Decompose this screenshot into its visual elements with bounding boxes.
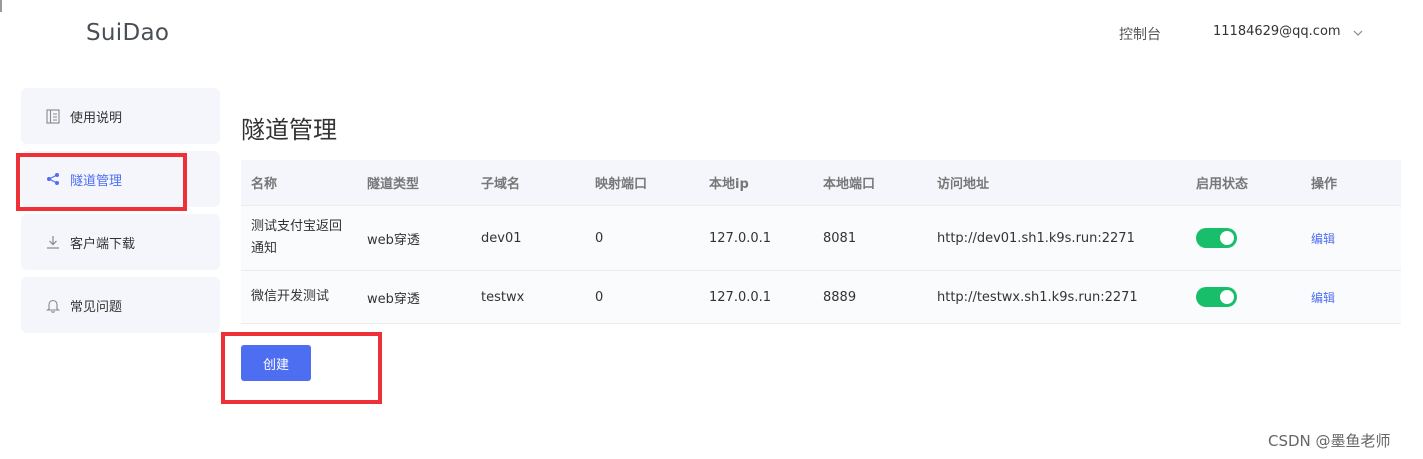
action-cell: 编辑	[1301, 230, 1401, 247]
user-menu[interactable]: 11184629@qq.com	[1213, 24, 1363, 39]
enable-toggle[interactable]	[1196, 287, 1237, 307]
action-cell: 编辑	[1301, 289, 1401, 306]
sidebar-item-label: 客户端下载	[70, 236, 136, 252]
enable-toggle[interactable]	[1196, 228, 1237, 248]
column-header: 本地ip	[709, 177, 749, 192]
sidebar-item-label: 隧道管理	[70, 173, 123, 189]
sidebar-item-label: 常见问题	[70, 299, 123, 315]
enable-toggle-cell	[1186, 287, 1301, 307]
page-title: 隧道管理	[241, 116, 337, 144]
tunnel-table: 名称 隧道类型 子域名 映射端口 本地ip 本地端口 访问地址 启用状态 操作 …	[241, 160, 1401, 324]
download-icon	[45, 234, 61, 250]
tunnel-local-port: 8889	[823, 289, 857, 305]
sidebar-item-download[interactable]: 客户端下载	[21, 214, 220, 270]
user-email: 11184629@qq.com	[1213, 24, 1341, 39]
tunnel-subdomain: dev01	[481, 230, 522, 246]
tunnel-subdomain: testwx	[481, 289, 525, 305]
tunnel-port: 0	[595, 289, 604, 305]
table-header: 名称 隧道类型 子域名 映射端口 本地ip 本地端口 访问地址 启用状态 操作	[241, 160, 1401, 205]
column-header: 访问地址	[937, 177, 990, 192]
tunnel-local-port: 8081	[823, 230, 857, 246]
column-header: 操作	[1311, 177, 1338, 192]
app-logo[interactable]: SuiDao	[86, 20, 169, 46]
watermark: CSDN @墨鱼老师	[1268, 432, 1391, 450]
tunnel-name: 测试支付宝返回通知	[251, 219, 343, 256]
tunnel-type: web穿透	[367, 232, 420, 248]
column-header: 子域名	[481, 177, 521, 192]
column-header: 启用状态	[1196, 177, 1249, 192]
sidebar-item-faq[interactable]: 常见问题	[21, 277, 220, 333]
chevron-down-icon	[1353, 27, 1363, 36]
column-header: 名称	[251, 177, 278, 192]
tunnel-url: http://testwx.sh1.k9s.run:2271	[937, 289, 1138, 305]
tunnel-local-ip: 127.0.0.1	[709, 289, 772, 305]
tunnel-url: http://dev01.sh1.k9s.run:2271	[937, 230, 1135, 246]
tunnel-name: 微信开发测试	[251, 289, 330, 304]
edit-link[interactable]: 编辑	[1311, 232, 1335, 246]
table-row: 微信开发测试 web穿透 testwx 0 127.0.0.1 8889 htt…	[241, 271, 1401, 324]
edit-link[interactable]: 编辑	[1311, 291, 1335, 305]
tunnel-type: web穿透	[367, 291, 420, 307]
column-header: 隧道类型	[367, 177, 420, 192]
tunnel-port: 0	[595, 230, 604, 246]
window-edge	[0, 0, 2, 12]
enable-toggle-cell	[1186, 228, 1301, 248]
tunnel-local-ip: 127.0.0.1	[709, 230, 772, 246]
bell-icon	[45, 297, 61, 313]
column-header: 本地端口	[823, 177, 876, 192]
create-button[interactable]: 创建	[241, 345, 311, 381]
share-icon	[45, 171, 61, 187]
console-link[interactable]: 控制台	[1119, 24, 1161, 44]
sidebar-item-tunnels[interactable]: 隧道管理	[21, 151, 220, 207]
column-header: 映射端口	[595, 177, 648, 192]
sidebar-item-instructions[interactable]: 使用说明	[21, 88, 220, 144]
sidebar-item-label: 使用说明	[70, 110, 123, 126]
table-row: 测试支付宝返回通知 web穿透 dev01 0 127.0.0.1 8081 h…	[241, 205, 1401, 271]
document-icon	[45, 108, 61, 124]
